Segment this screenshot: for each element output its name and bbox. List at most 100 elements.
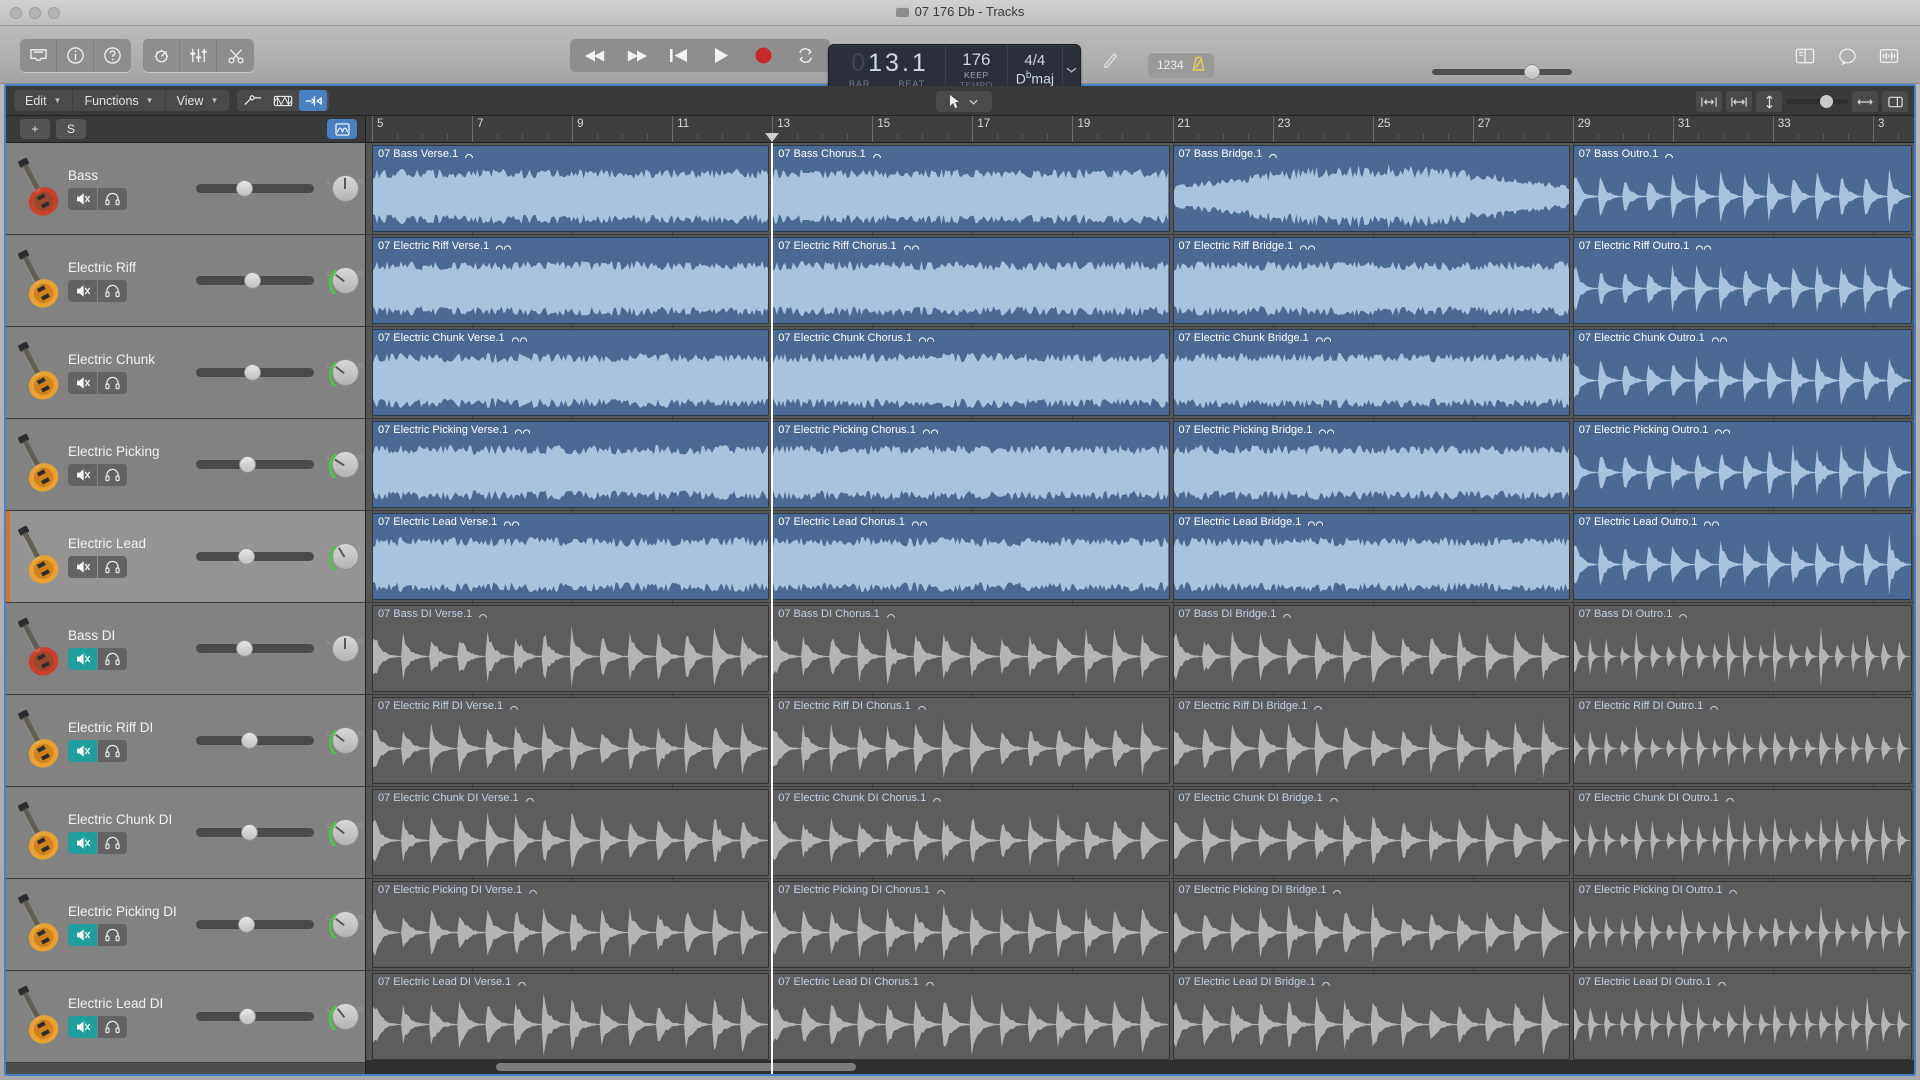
playhead[interactable] <box>771 143 773 1074</box>
volume-thumb[interactable] <box>236 640 253 657</box>
solo-button[interactable] <box>98 924 127 946</box>
mute-button[interactable] <box>68 648 97 670</box>
arrange-area[interactable]: 07 Bass Verse.1 07 Bass Chorus.1 07 Bass… <box>366 143 1914 1074</box>
electric-guitar-icon[interactable] <box>6 524 68 590</box>
audio-region[interactable]: 07 Electric Riff DI Verse.1 <box>372 697 769 784</box>
solo-button[interactable] <box>98 280 127 302</box>
master-volume-slider[interactable] <box>1432 69 1572 75</box>
cycle-button[interactable] <box>786 40 824 71</box>
solo-button[interactable] <box>98 372 127 394</box>
fast-forward-button[interactable] <box>618 40 656 71</box>
track-lane[interactable]: 07 Electric Riff Verse.1 07 Electric Rif… <box>366 235 1914 327</box>
mixer-button[interactable] <box>180 39 217 72</box>
automation-icon[interactable] <box>239 90 267 111</box>
list-editors-icon[interactable] <box>1786 39 1824 72</box>
volume-slider[interactable] <box>196 644 314 653</box>
volume-thumb[interactable] <box>238 916 255 933</box>
mute-button[interactable] <box>68 372 97 394</box>
snap-alignment-icon[interactable] <box>299 90 327 111</box>
audio-region[interactable]: 07 Electric Chunk DI Bridge.1 <box>1173 789 1570 876</box>
track-lane[interactable]: 07 Electric Chunk DI Verse.1 07 Electric… <box>366 787 1914 879</box>
playhead-handle[interactable] <box>765 133 779 142</box>
solo-button[interactable] <box>98 464 127 486</box>
audio-region[interactable]: 07 Electric Lead Chorus.1 <box>772 513 1169 600</box>
notes-icon[interactable] <box>1828 39 1866 72</box>
audio-region[interactable]: 07 Electric Chunk Outro.1 <box>1573 329 1912 416</box>
bar-ruler[interactable]: 5791113151719212325272931333 <box>366 116 1914 142</box>
pencil-icon[interactable] <box>1102 50 1118 73</box>
track-lane[interactable]: 07 Electric Riff DI Verse.1 07 Electric … <box>366 695 1914 787</box>
volume-thumb[interactable] <box>244 272 261 289</box>
volume-thumb[interactable] <box>236 180 253 197</box>
volume-slider[interactable] <box>196 1012 314 1021</box>
volume-slider[interactable] <box>196 552 314 561</box>
flex-icon[interactable] <box>269 90 297 111</box>
volume-thumb[interactable] <box>238 548 255 565</box>
volume-thumb[interactable] <box>241 824 258 841</box>
track-lane[interactable]: 07 Electric Picking DI Verse.1 07 Electr… <box>366 879 1914 971</box>
audio-region[interactable]: 07 Electric Riff DI Bridge.1 <box>1173 697 1570 784</box>
audio-region[interactable]: 07 Electric Picking Bridge.1 <box>1173 421 1570 508</box>
volume-thumb[interactable] <box>241 732 258 749</box>
audio-region[interactable]: 07 Electric Riff DI Chorus.1 <box>772 697 1169 784</box>
volume-slider[interactable] <box>196 460 314 469</box>
electric-guitar-icon[interactable] <box>6 892 68 958</box>
electric-guitar-icon[interactable] <box>6 340 68 406</box>
track-header[interactable]: Electric Lead <box>6 511 365 603</box>
scrollbar-thumb[interactable] <box>496 1063 856 1071</box>
solo-button[interactable] <box>98 648 127 670</box>
electric-guitar-icon[interactable] <box>6 248 68 314</box>
bass-guitar-icon[interactable] <box>6 156 68 222</box>
track-header[interactable]: Electric Lead DI <box>6 971 365 1063</box>
audio-region[interactable]: 07 Electric Lead DI Chorus.1 <box>772 973 1169 1060</box>
audio-region[interactable]: 07 Bass Outro.1 <box>1573 145 1912 232</box>
mute-button[interactable] <box>68 832 97 854</box>
mute-button[interactable] <box>68 740 97 762</box>
audio-region[interactable]: 07 Electric Chunk DI Verse.1 <box>372 789 769 876</box>
audio-region[interactable]: 07 Electric Riff Verse.1 <box>372 237 769 324</box>
audio-region[interactable]: 07 Bass Bridge.1 <box>1173 145 1570 232</box>
audio-region[interactable]: 07 Bass DI Bridge.1 <box>1173 605 1570 692</box>
menu-view[interactable]: View ▼ <box>166 90 230 111</box>
skip-to-start-button[interactable] <box>660 40 698 71</box>
audio-region[interactable]: 07 Electric Picking DI Bridge.1 <box>1173 881 1570 968</box>
audio-region[interactable]: 07 Electric Lead DI Bridge.1 <box>1173 973 1570 1060</box>
library-button[interactable] <box>20 39 57 72</box>
volume-slider[interactable] <box>196 828 314 837</box>
audio-region[interactable]: 07 Bass DI Outro.1 <box>1573 605 1912 692</box>
track-header[interactable]: Electric Chunk <box>6 327 365 419</box>
list-toggle-icon[interactable] <box>1882 91 1908 112</box>
count-in-button[interactable]: 1234 <box>1148 52 1214 78</box>
mute-button[interactable] <box>68 464 97 486</box>
mute-button[interactable] <box>68 556 97 578</box>
audio-region[interactable]: 07 Electric Lead Bridge.1 <box>1173 513 1570 600</box>
solo-button[interactable]: S <box>56 119 86 139</box>
volume-thumb[interactable] <box>239 1008 256 1025</box>
solo-button[interactable] <box>98 188 127 210</box>
record-button[interactable] <box>744 40 782 71</box>
volume-thumb[interactable] <box>244 364 261 381</box>
solo-button[interactable] <box>98 740 127 762</box>
audio-region[interactable]: 07 Electric Lead Verse.1 <box>372 513 769 600</box>
volume-slider[interactable] <box>196 736 314 745</box>
editors-button[interactable] <box>217 39 254 72</box>
electric-guitar-icon[interactable] <box>6 708 68 774</box>
track-header[interactable]: Electric Riff DI <box>6 695 365 787</box>
track-lane[interactable]: 07 Electric Picking Verse.1 07 Electric … <box>366 419 1914 511</box>
waveform-view-button[interactable] <box>327 119 357 139</box>
tool-menu[interactable] <box>936 91 992 112</box>
audio-region[interactable]: 07 Electric Chunk Bridge.1 <box>1173 329 1570 416</box>
audio-region[interactable]: 07 Bass DI Verse.1 <box>372 605 769 692</box>
zoom-to-fit-icon[interactable] <box>1726 91 1752 112</box>
volume-slider[interactable] <box>196 184 314 193</box>
mute-button[interactable] <box>68 924 97 946</box>
audio-region[interactable]: 07 Electric Picking Outro.1 <box>1573 421 1912 508</box>
smart-controls-button[interactable] <box>143 39 180 72</box>
audio-region[interactable]: 07 Electric Riff Chorus.1 <box>772 237 1169 324</box>
mute-button[interactable] <box>68 188 97 210</box>
menu-edit[interactable]: Edit ▼ <box>14 90 73 111</box>
add-track-button[interactable]: + <box>20 119 50 139</box>
vertical-zoom-thumb[interactable] <box>1820 95 1833 108</box>
track-lane[interactable]: 07 Electric Chunk Verse.1 07 Electric Ch… <box>366 327 1914 419</box>
bass-guitar-icon[interactable] <box>6 616 68 682</box>
